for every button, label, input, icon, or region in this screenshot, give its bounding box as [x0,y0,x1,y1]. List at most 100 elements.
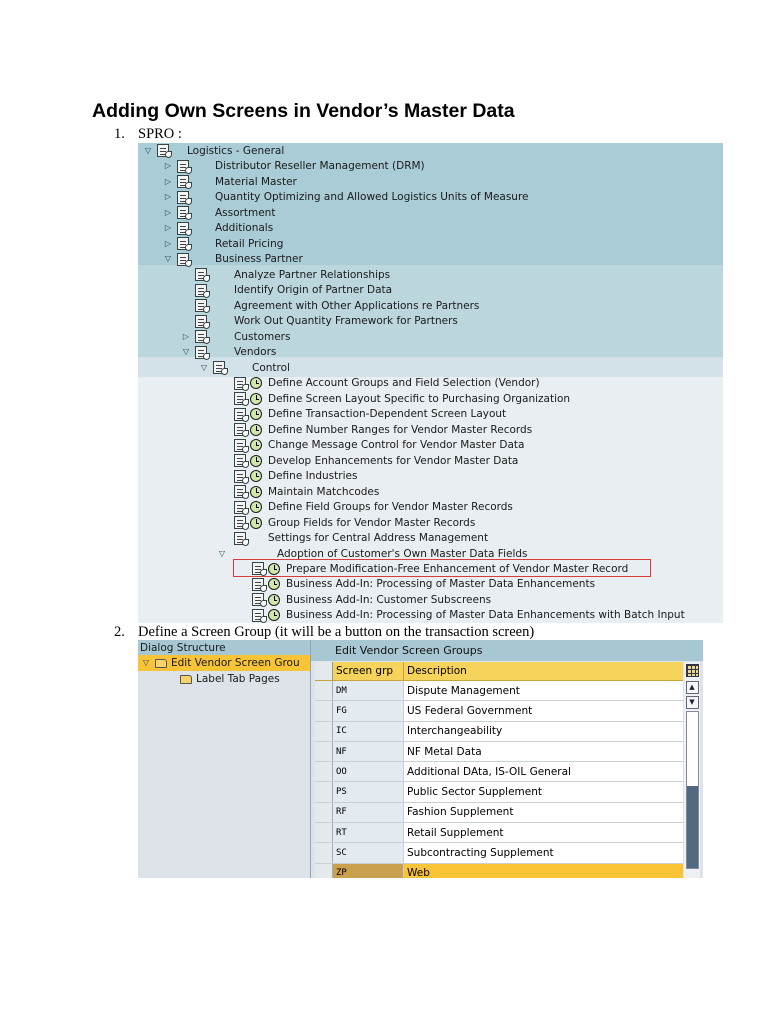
activity-item[interactable]: Group Fields for Vendor Master Records [234,515,475,531]
activity-item[interactable]: Define Account Groups and Field Selectio… [234,376,540,392]
tree-node-vendors[interactable]: ▽ Vendors [182,345,276,361]
row-selector[interactable] [315,843,333,863]
collapsed-arrow-icon[interactable]: ▷ [182,332,190,341]
execute-clock-icon[interactable] [250,454,262,467]
table-row[interactable]: NF NF Metal Data [315,741,683,763]
table-row[interactable]: ZP Web [315,863,683,878]
tree-node-logistics-general[interactable]: ▽ Logistics - General [144,143,284,159]
row-selector[interactable] [315,721,333,741]
activity-item[interactable]: Develop Enhancements for Vendor Master D… [234,453,518,469]
tree-node[interactable]: ▷ Quantity Optimizing and Allowed Logist… [164,190,529,206]
execute-clock-icon[interactable] [250,501,262,514]
description-cell[interactable]: US Federal Government [404,701,683,721]
table-row[interactable]: RF Fashion Supplement [315,802,683,824]
table-row[interactable]: OO Additional DAta, IS-OIL General [315,762,683,783]
collapsed-arrow-icon[interactable]: ▷ [164,193,172,201]
screen-grp-cell[interactable]: RT [333,823,404,843]
description-cell[interactable]: Fashion Supplement [404,802,683,823]
activity-item[interactable]: Change Message Control for Vendor Master… [234,438,524,454]
dialog-item-edit-vendor-screen-groups[interactable]: ▽ Edit Vendor Screen Grou [138,655,310,671]
execute-clock-icon[interactable] [250,516,262,529]
execute-clock-icon[interactable] [250,377,262,390]
collapsed-arrow-icon[interactable]: ▷ [164,162,172,170]
collapsed-arrow-icon[interactable]: ▷ [164,224,172,232]
screen-grp-cell[interactable]: PS [333,782,404,802]
collapsed-arrow-icon[interactable]: ▷ [164,239,172,248]
vertical-scrollbar[interactable]: ▲ ▼ [684,662,700,878]
column-header-screen-grp[interactable]: Screen grp [333,662,404,680]
screen-grp-cell[interactable]: ZP [333,863,404,878]
activity-item[interactable]: Define Field Groups for Vendor Master Re… [234,500,513,516]
execute-clock-icon[interactable] [268,593,280,606]
expanded-arrow-icon[interactable]: ▽ [164,255,172,263]
row-selector[interactable] [315,802,333,823]
collapsed-arrow-icon[interactable]: ▷ [164,208,172,217]
description-cell[interactable]: NF Metal Data [404,741,683,762]
tree-node-control[interactable]: ▽ Control [200,360,290,376]
row-selector[interactable] [315,762,333,782]
activity-item[interactable]: Define Industries [234,469,357,485]
activity-item[interactable]: Define Number Ranges for Vendor Master R… [234,422,532,438]
screen-grp-cell[interactable]: DM [333,681,404,701]
screen-grp-cell[interactable]: NF [333,741,404,762]
row-selector[interactable] [315,782,333,802]
expanded-arrow-icon[interactable]: ▽ [182,348,190,356]
expanded-arrow-icon[interactable]: ▽ [142,659,150,667]
execute-clock-icon[interactable] [268,578,280,591]
table-row[interactable]: FG US Federal Government [315,701,683,722]
row-selector[interactable] [315,681,333,701]
activity-item[interactable]: Maintain Matchcodes [234,484,379,500]
tree-node-business-partner[interactable]: ▽ Business Partner [164,252,303,268]
execute-clock-icon[interactable] [250,392,262,405]
description-cell[interactable]: Additional DAta, IS-OIL General [404,762,683,782]
description-cell[interactable]: Dispute Management [404,681,683,701]
activity-item[interactable]: Business Add-In: Processing of Master Da… [252,608,685,624]
tree-node[interactable]: Agreement with Other Applications re Par… [195,298,479,314]
screen-grp-cell[interactable]: IC [333,721,404,741]
activity-item[interactable]: Define Transaction-Dependent Screen Layo… [234,407,506,423]
row-selector[interactable] [315,823,333,843]
description-cell[interactable]: Subcontracting Supplement [404,843,683,863]
tree-node[interactable]: ▷ Material Master [164,174,297,190]
tree-node[interactable]: ▷ Distributor Reseller Management (DRM) [164,159,425,175]
screen-grp-cell[interactable]: OO [333,762,404,782]
execute-clock-icon[interactable] [250,408,262,421]
table-row[interactable]: RT Retail Supplement [315,823,683,844]
activity-item-prepare-enhancement[interactable]: Prepare Modification-Free Enhancement of… [252,561,628,577]
execute-clock-icon[interactable] [268,609,280,622]
scroll-up-icon[interactable]: ▲ [685,681,699,694]
execute-clock-icon[interactable] [250,439,262,452]
description-cell[interactable]: Retail Supplement [404,823,683,843]
expanded-arrow-icon[interactable]: ▽ [144,146,152,155]
table-row[interactable]: SC Subcontracting Supplement [315,843,683,864]
tree-node[interactable]: Work Out Quantity Framework for Partners [195,314,458,330]
table-settings-icon[interactable] [685,664,699,677]
screen-grp-cell[interactable]: SC [333,843,404,863]
scroll-track[interactable] [685,711,699,869]
table-row[interactable]: DM Dispute Management [315,681,683,702]
row-selector[interactable] [315,701,333,721]
table-row[interactable]: PS Public Sector Supplement [315,782,683,803]
tree-node[interactable]: ▷ Assortment [164,205,275,221]
activity-item[interactable]: Define Screen Layout Specific to Purchas… [234,391,570,407]
row-selector[interactable] [315,863,333,878]
execute-clock-icon[interactable] [250,470,262,483]
scroll-thumb[interactable] [686,786,698,868]
activity-item[interactable]: Settings for Central Address Management [234,531,488,547]
screen-grp-cell[interactable]: RF [333,802,404,823]
expanded-arrow-icon[interactable]: ▽ [218,549,226,558]
execute-clock-icon[interactable] [250,485,262,498]
description-cell[interactable]: Interchangeability [404,721,683,741]
tree-node-customers[interactable]: ▷ Customers [182,329,290,345]
table-row[interactable]: IC Interchangeability [315,721,683,742]
activity-item[interactable]: Business Add-In: Processing of Master Da… [252,577,595,593]
execute-clock-icon[interactable] [250,423,262,436]
execute-clock-icon[interactable] [268,562,280,575]
tree-node[interactable]: ▷ Retail Pricing [164,236,283,252]
tree-node[interactable]: Analyze Partner Relationships [195,267,390,283]
collapsed-arrow-icon[interactable]: ▷ [164,177,172,186]
screen-grp-cell[interactable]: FG [333,701,404,721]
column-header-description[interactable]: Description [404,662,683,680]
dialog-item-label-tab-pages[interactable]: Label Tab Pages [138,671,310,687]
activity-item[interactable]: Business Add-In: Customer Subscreens [252,592,491,608]
